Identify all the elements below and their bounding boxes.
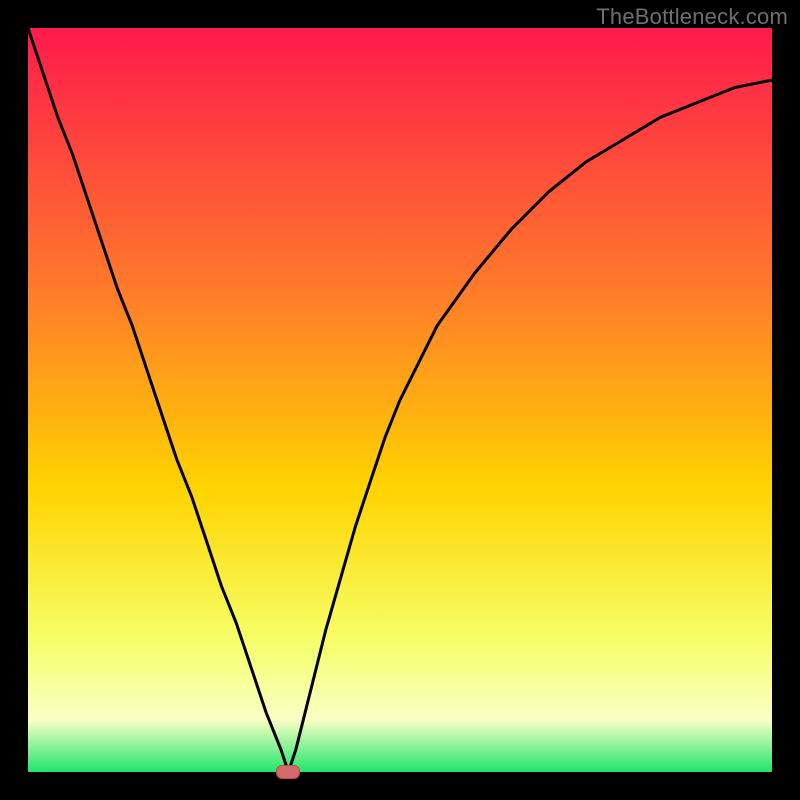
chart-frame: TheBottleneck.com bbox=[0, 0, 800, 800]
watermark-text: TheBottleneck.com bbox=[596, 4, 788, 30]
bottleneck-chart bbox=[28, 28, 772, 772]
optimal-point-marker bbox=[276, 765, 300, 779]
